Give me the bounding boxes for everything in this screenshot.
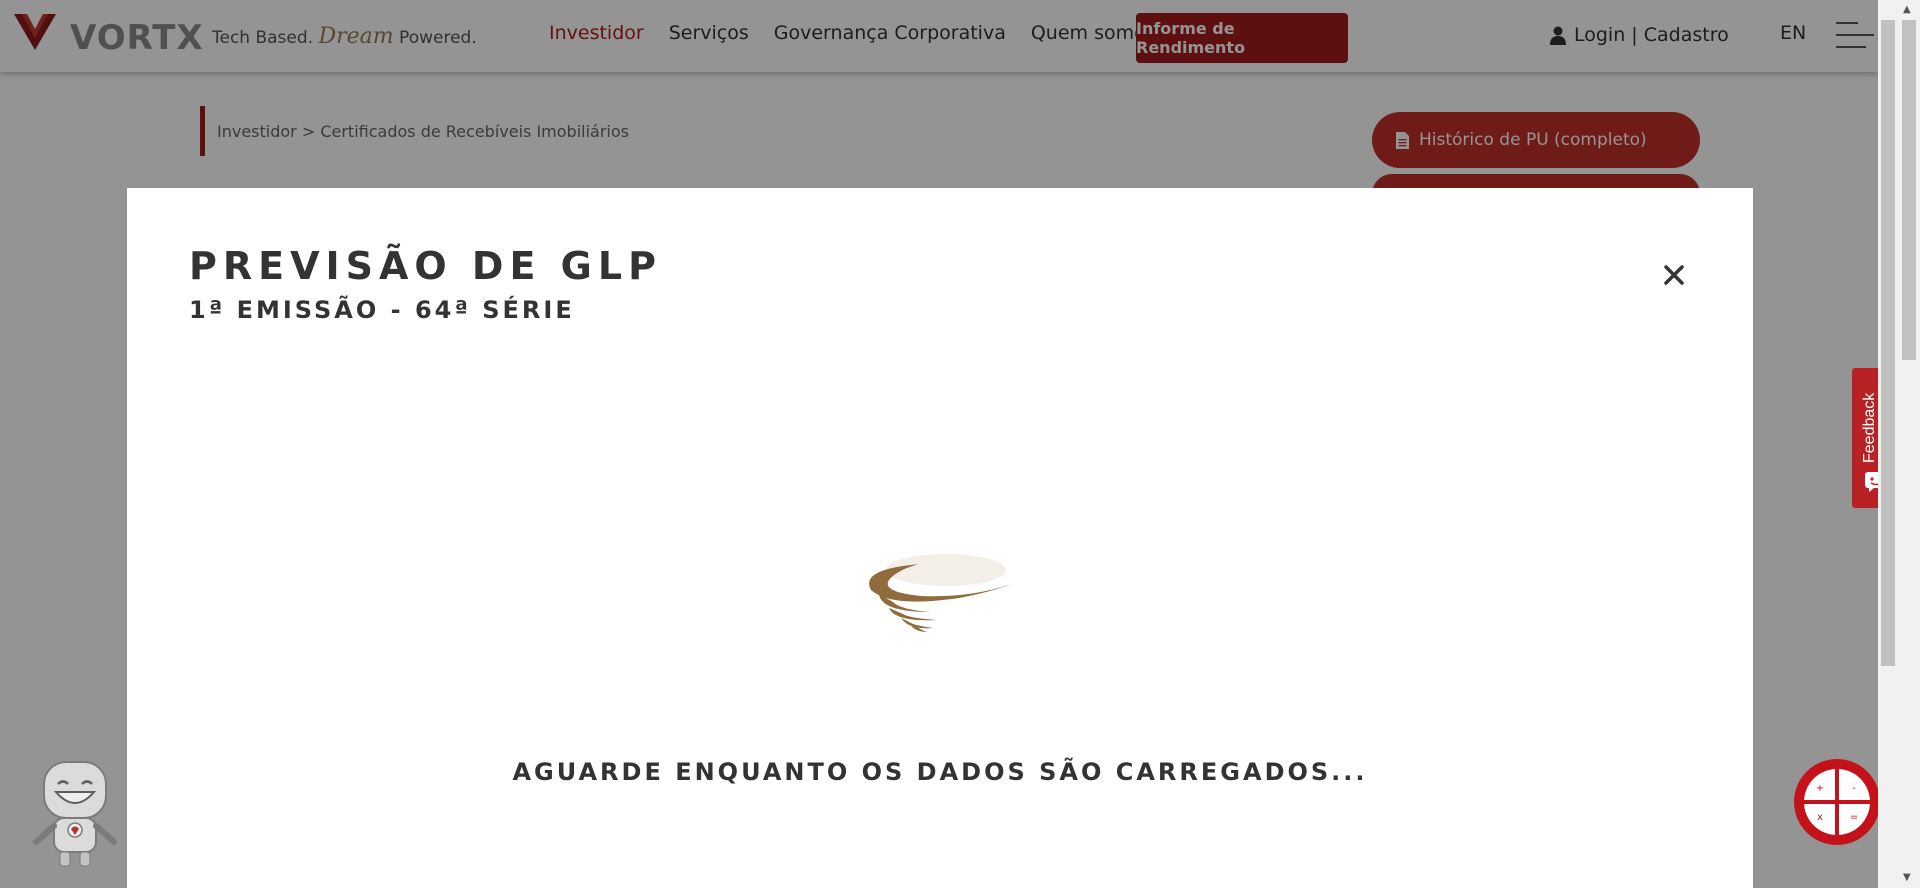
mascot-robot-icon[interactable] — [30, 760, 120, 868]
calculator-icon[interactable]: + - x = — [1793, 758, 1881, 846]
svg-text:-: - — [1852, 783, 1856, 794]
svg-text:+: + — [1816, 783, 1824, 794]
loading-message: AGUARDE ENQUANTO OS DADOS SÃO CARREGADOS… — [512, 758, 1368, 786]
scroll-thumb[interactable] — [1902, 20, 1916, 360]
scroll-up-icon[interactable]: ▲ — [1903, 4, 1911, 15]
page-scrollbar-inner[interactable] — [1878, 0, 1898, 888]
scroll-thumb-inner[interactable] — [1881, 20, 1895, 666]
scroll-down-icon[interactable]: ▼ — [1903, 872, 1911, 883]
loading-spinner-icon — [869, 554, 1011, 632]
svg-text:x: x — [1817, 812, 1823, 823]
page-scrollbar[interactable]: ▲ ▼ — [1898, 0, 1920, 888]
modal-title: PREVISÃO DE GLP — [189, 244, 662, 288]
feedback-label: Feedback — [1861, 392, 1878, 463]
close-icon[interactable] — [1657, 258, 1691, 292]
svg-text:=: = — [1850, 812, 1858, 823]
modal-subtitle: 1ª EMISSÃO - 64ª SÉRIE — [189, 296, 575, 324]
glp-forecast-modal: PREVISÃO DE GLP 1ª EMISSÃO - 64ª SÉRIE A… — [127, 188, 1753, 888]
